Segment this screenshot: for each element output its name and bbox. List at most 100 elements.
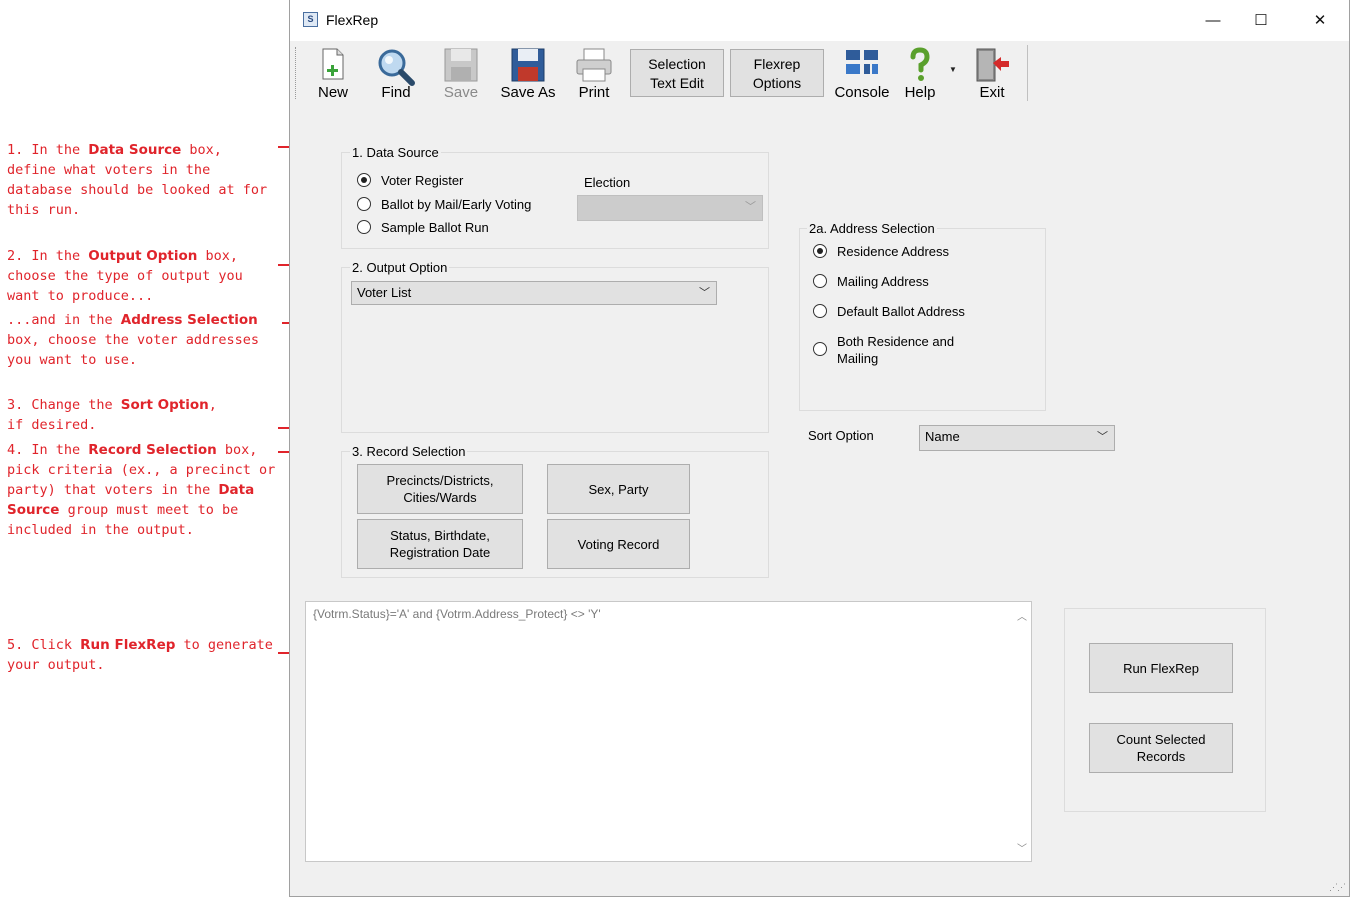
address-selection-title: 2a. Address Selection (807, 221, 937, 236)
radio-mailing-address-label: Mailing Address (837, 274, 929, 289)
run-flexrep-button[interactable]: Run FlexRep (1089, 643, 1233, 693)
status-line1: Status, Birthdate, (390, 528, 490, 543)
radio-voter-register-dot (357, 173, 371, 187)
annotation-data-source: 1. In the Data Source box, define what v… (7, 142, 268, 218)
selection-text-edit-button[interactable]: Selection Text Edit (630, 49, 724, 97)
question-mark-icon (910, 47, 930, 81)
magnifier-icon (378, 49, 415, 86)
sex-party-label: Sex, Party (588, 481, 649, 497)
close-button[interactable]: ✕ (1297, 8, 1343, 34)
radio-residence-address[interactable]: Residence Address (813, 243, 949, 261)
voting-record-label: Voting Record (577, 536, 660, 552)
run-flexrep-label: Run FlexRep (1123, 660, 1199, 676)
annotation-run-flexrep: 5. Click Run FlexRep to generate your ou… (7, 637, 273, 673)
radio-both-residence-mailing-label-2: Mailing (837, 351, 879, 366)
precincts-districts-button[interactable]: Precincts/Districts, Cities/Wards (357, 464, 523, 514)
radio-sample-ballot-run[interactable]: Sample Ballot Run (357, 219, 489, 237)
printer-icon (576, 48, 612, 82)
chevron-down-icon: ﹀ (699, 287, 710, 299)
annotation-record-selection: 4. In the Record Selection box, pick cri… (7, 442, 276, 538)
save-label: Save (443, 84, 479, 101)
toolbar-grip (295, 47, 297, 99)
save-as-button[interactable]: Save As (498, 45, 558, 101)
election-select[interactable]: ﹀ (577, 195, 763, 221)
radio-ballot-by-mail-label: Ballot by Mail/Early Voting (381, 197, 532, 212)
scroll-up-icon[interactable]: ︿ (1017, 608, 1027, 623)
maximize-button[interactable]: ☐ (1238, 8, 1284, 34)
radio-residence-address-label: Residence Address (837, 244, 950, 259)
flexrep-options-line1: Flexrep (753, 56, 801, 72)
annotation-sort-option: 3. Change the Sort Option, if desired. (7, 397, 217, 433)
resize-grip-icon[interactable]: ⋰⋰ (1329, 882, 1346, 893)
output-option-select[interactable]: Voter List ﹀ (351, 281, 717, 305)
annotation-address-selection: ...and in the Address Selection box, cho… (7, 312, 259, 368)
minimize-button[interactable]: — (1190, 8, 1236, 34)
flexrep-options-line2: Options (752, 75, 802, 91)
toolbar-end-separator (1027, 45, 1028, 101)
query-textarea[interactable]: {Votrm.Status}='A' and {Votrm.Address_Pr… (305, 601, 1032, 862)
count-selected-records-button[interactable]: Count Selected Records (1089, 723, 1233, 773)
new-document-icon (322, 48, 344, 80)
flexrep-options-button[interactable]: Flexrep Options (730, 49, 824, 97)
help-dropdown-arrow-icon[interactable]: ▼ (949, 65, 957, 74)
count-line1: Count Selected (1116, 732, 1206, 747)
print-button[interactable]: Print (572, 45, 616, 101)
count-line2: Records (1136, 749, 1186, 764)
title-bar: S FlexRep — ☐ ✕ (290, 0, 1349, 41)
radio-default-ballot-address-label: Default Ballot Address (837, 304, 965, 319)
actions-group (1064, 608, 1266, 812)
radio-both-residence-mailing-dot (813, 342, 827, 356)
exit-button[interactable]: Exit (970, 45, 1014, 101)
find-button[interactable]: Find (374, 45, 418, 101)
new-button[interactable]: New (312, 45, 354, 101)
radio-sample-ballot-run-label: Sample Ballot Run (381, 220, 489, 235)
radio-mailing-address-dot (813, 274, 827, 288)
chevron-down-icon: ﹀ (745, 201, 756, 213)
output-option-value: Voter List (357, 285, 412, 300)
selection-text-edit-line2: Text Edit (650, 75, 704, 91)
floppy-disk-icon (511, 48, 545, 82)
new-label: New (317, 84, 348, 101)
query-text: {Votrm.Status}='A' and {Votrm.Address_Pr… (313, 607, 601, 621)
help-button[interactable]: Help (900, 45, 940, 101)
exit-label: Exit (979, 84, 1005, 101)
status-line2: Registration Date (389, 545, 491, 560)
data-source-title: 1. Data Source (350, 145, 441, 160)
save-as-label: Save As (500, 84, 556, 101)
sort-option-value: Name (925, 429, 960, 444)
radio-ballot-by-mail-dot (357, 197, 371, 211)
annotation-output-option: 2. In the Output Option box, choose the … (7, 248, 243, 304)
sex-party-button[interactable]: Sex, Party (547, 464, 690, 514)
sort-option-label: Sort Option (808, 428, 874, 443)
console-button[interactable]: Console (832, 45, 892, 101)
radio-default-ballot-address-dot (813, 304, 827, 318)
radio-default-ballot-address[interactable]: Default Ballot Address (813, 303, 965, 321)
flexrep-app-icon: S (303, 12, 318, 27)
find-label: Find (381, 84, 411, 101)
radio-residence-address-dot (813, 244, 827, 258)
output-option-title: 2. Output Option (350, 260, 450, 275)
chevron-down-icon: ﹀ (1097, 431, 1108, 443)
voting-record-button[interactable]: Voting Record (547, 519, 690, 569)
radio-voter-register[interactable]: Voter Register (357, 172, 463, 190)
precincts-line2: Cities/Wards (403, 490, 477, 505)
radio-ballot-by-mail[interactable]: Ballot by Mail/Early Voting (357, 196, 531, 214)
sort-option-select[interactable]: Name ﹀ (919, 425, 1115, 451)
radio-sample-ballot-run-dot (357, 220, 371, 234)
selection-text-edit-line1: Selection (648, 56, 706, 72)
window-title: FlexRep (326, 12, 379, 28)
radio-both-residence-mailing[interactable]: Both Residence and Mailing (813, 333, 954, 369)
flexrep-window: S FlexRep — ☐ ✕ New Find Save Save As Pr… (289, 0, 1350, 897)
precincts-line1: Precincts/Districts, (386, 473, 494, 488)
console-icon (846, 50, 878, 74)
radio-both-residence-mailing-label-1: Both Residence and (837, 334, 955, 349)
help-label: Help (904, 84, 936, 101)
election-label: Election (584, 175, 631, 190)
save-button[interactable]: Save (440, 45, 482, 101)
print-label: Print (578, 84, 610, 101)
radio-mailing-address[interactable]: Mailing Address (813, 273, 929, 291)
toolbar: New Find Save Save As Print Selection Te… (290, 41, 1349, 104)
console-label: Console (834, 84, 890, 101)
scroll-down-icon[interactable]: ﹀ (1017, 840, 1027, 855)
status-birthdate-button[interactable]: Status, Birthdate, Registration Date (357, 519, 523, 569)
